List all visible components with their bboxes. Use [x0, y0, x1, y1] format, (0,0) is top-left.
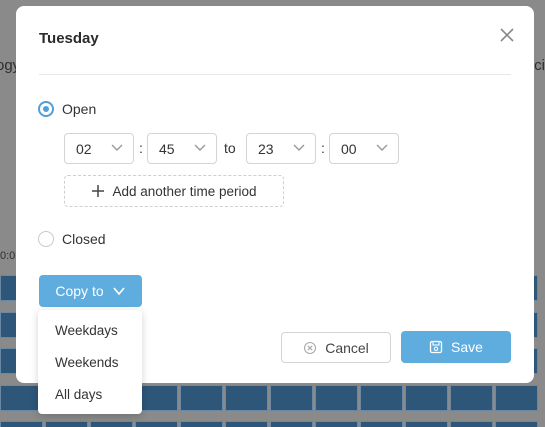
grid-cell — [450, 421, 493, 427]
to-label: to — [224, 140, 236, 156]
grid-cell — [180, 421, 223, 427]
grid-cell — [270, 385, 313, 411]
save-label: Save — [451, 339, 483, 355]
to-hour-value: 23 — [258, 140, 274, 157]
cancel-circle-icon — [304, 341, 317, 354]
grid-cell — [0, 421, 43, 427]
to-minute-value: 00 — [341, 140, 357, 157]
open-label: Open — [62, 101, 97, 117]
closed-label: Closed — [62, 231, 106, 247]
grid-cell — [135, 421, 178, 427]
time-separator: : — [321, 140, 325, 156]
plus-icon — [92, 185, 105, 197]
grid-cell — [270, 421, 313, 427]
menu-item-all-days[interactable]: All days — [55, 387, 102, 402]
to-hour-select[interactable]: 23 — [246, 133, 316, 164]
copy-to-label: Copy to — [55, 283, 104, 299]
grid-cell — [405, 421, 448, 427]
dialog-title: Tuesday — [39, 30, 99, 47]
add-time-period-label: Add another time period — [112, 183, 257, 199]
chevron-down-icon — [376, 144, 388, 151]
grid-cell — [180, 385, 223, 411]
save-icon — [429, 340, 443, 354]
chevron-down-icon — [111, 144, 123, 151]
grid-row — [0, 421, 538, 427]
to-minute-select[interactable]: 00 — [329, 133, 399, 164]
header-divider — [39, 74, 511, 75]
grid-cell — [360, 421, 403, 427]
grid-cell — [495, 385, 538, 411]
copy-to-menu: Weekdays Weekends All days — [38, 310, 142, 414]
menu-item-weekdays[interactable]: Weekdays — [55, 323, 118, 338]
close-icon — [500, 28, 514, 42]
grid-cell — [0, 385, 43, 411]
add-time-period-button[interactable]: Add another time period — [64, 175, 284, 207]
cancel-label: Cancel — [325, 339, 369, 356]
grid-cell — [225, 385, 268, 411]
grid-cell — [450, 385, 493, 411]
grid-cell — [45, 421, 88, 427]
from-hour-value: 02 — [76, 140, 92, 157]
chevron-down-icon — [113, 287, 125, 296]
grid-cell — [360, 385, 403, 411]
grid-cell — [90, 421, 133, 427]
background-time-label: 0:0 — [0, 250, 16, 262]
from-hour-select[interactable]: 02 — [64, 133, 134, 164]
closed-radio-option[interactable]: Closed — [38, 231, 106, 247]
cancel-button[interactable]: Cancel — [281, 332, 391, 363]
from-minute-value: 45 — [159, 140, 175, 157]
close-button[interactable] — [496, 24, 518, 46]
open-radio[interactable] — [38, 101, 54, 117]
chevron-down-icon — [293, 144, 305, 151]
closed-radio[interactable] — [38, 231, 54, 247]
save-button[interactable]: Save — [401, 331, 511, 363]
grid-cell — [315, 421, 358, 427]
copy-to-button[interactable]: Copy to — [39, 275, 142, 307]
menu-item-weekends[interactable]: Weekends — [55, 355, 119, 370]
grid-cell — [495, 421, 538, 427]
grid-cell — [225, 421, 268, 427]
time-separator: : — [139, 140, 143, 156]
chevron-down-icon — [194, 144, 206, 151]
grid-cell — [315, 385, 358, 411]
from-minute-select[interactable]: 45 — [147, 133, 217, 164]
open-radio-option[interactable]: Open — [38, 101, 96, 117]
grid-cell — [405, 385, 448, 411]
background-text-right: ci — [534, 57, 545, 74]
